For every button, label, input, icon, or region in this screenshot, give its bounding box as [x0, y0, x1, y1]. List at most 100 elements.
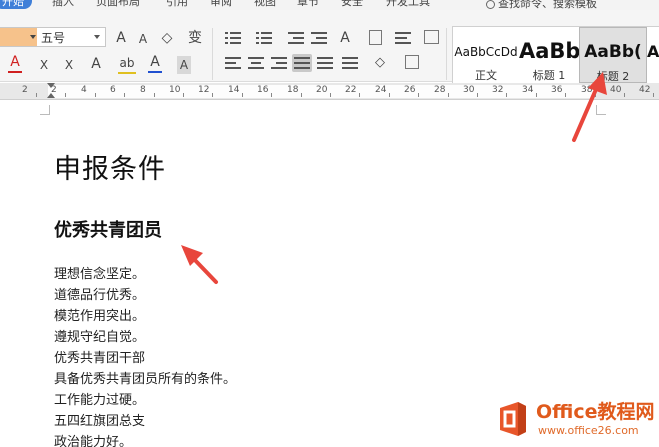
ruler-tick	[536, 93, 537, 97]
style-heading-3[interactable]: Aa	[647, 27, 659, 83]
ruler-number: 32	[492, 85, 504, 95]
font-color-button[interactable]: A	[8, 55, 22, 73]
margin-corner	[596, 105, 606, 115]
ruler-number: 2	[22, 85, 28, 95]
ruler-tick	[95, 93, 96, 97]
style-heading-1-sample: AaBb	[519, 39, 579, 63]
ruler-number: 40	[610, 85, 622, 95]
ruler-tick	[154, 93, 155, 97]
ruler-number: 4	[81, 85, 87, 95]
align-right-icon[interactable]	[271, 56, 287, 70]
search-icon	[486, 0, 495, 9]
ruler-tick	[65, 93, 66, 97]
ruler-tick	[565, 93, 566, 97]
grow-font-button[interactable]: A	[113, 29, 129, 47]
decrease-indent-icon[interactable]	[288, 31, 304, 45]
command-search[interactable]: 查找命令、搜索模板	[486, 0, 597, 10]
style-normal-caption: 正文	[475, 69, 497, 82]
char-shading-button[interactable]: A	[177, 56, 191, 74]
ruler-tick	[183, 93, 184, 97]
tab-developer[interactable]: 开发工具	[386, 0, 430, 9]
ruler-number: 12	[198, 85, 210, 95]
style-normal[interactable]: AaBbCcDd 正文	[453, 27, 519, 83]
ruler-tick	[212, 93, 213, 97]
show-marks-icon[interactable]	[369, 30, 382, 45]
body-line[interactable]: 五四红旗团总支	[54, 411, 236, 432]
body-text[interactable]: 理想信念坚定。 道德品行优秀。 模范作用突出。 遵规守纪自觉。 优秀共青团干部 …	[54, 264, 236, 447]
text-effect-button[interactable]: A	[88, 55, 104, 73]
clear-format-button[interactable]: ◇	[158, 29, 176, 47]
ruler-tick	[330, 93, 331, 97]
ribbon-toolbar: 五号 A A ◇ 变 A X X A ab A A A ◇ AaBbCcDd 正…	[0, 10, 659, 84]
tab-review[interactable]: 审阅	[210, 0, 232, 9]
chevron-down-icon	[94, 35, 100, 39]
style-heading-2[interactable]: AaBb( 标题 2	[579, 27, 647, 83]
heading-1[interactable]: 申报条件	[54, 147, 166, 186]
style-heading-1[interactable]: AaBb 标题 1	[519, 27, 579, 83]
watermark-url: www.office26.com	[538, 424, 639, 437]
style-heading-1-caption: 标题 1	[532, 69, 566, 82]
body-line[interactable]: 优秀共青团干部	[54, 348, 236, 369]
paragraph-spacing-icon[interactable]	[342, 56, 358, 70]
shrink-font-button[interactable]: A	[136, 30, 150, 48]
body-line[interactable]: 政治能力好。	[54, 432, 236, 447]
chevron-down-icon	[30, 35, 36, 39]
style-heading-2-sample: AaBb(	[584, 42, 642, 62]
body-line[interactable]: 道德品行优秀。	[54, 285, 236, 306]
tab-security[interactable]: 安全	[341, 0, 363, 9]
ruler-number: 2	[51, 85, 57, 95]
body-line[interactable]: 具备优秀共青团员所有的条件。	[54, 369, 236, 390]
justify-icon[interactable]	[292, 54, 312, 72]
ruler-number: 28	[434, 85, 446, 95]
line-spacing-icon[interactable]	[395, 31, 411, 45]
ruler-tick	[624, 93, 625, 97]
ruler-tick	[653, 93, 654, 97]
heading-2[interactable]: 优秀共青团员	[54, 216, 162, 242]
distributed-align-icon[interactable]	[317, 56, 333, 70]
table-border-icon[interactable]	[424, 30, 439, 44]
ruler-tick	[389, 93, 390, 97]
tab-view[interactable]: 视图	[254, 0, 276, 9]
body-line[interactable]: 模范作用突出。	[54, 306, 236, 327]
text-direction-button[interactable]: A	[336, 29, 354, 47]
styles-gallery: AaBbCcDd 正文 AaBb 标题 1 AaBb( 标题 2 Aa	[452, 26, 659, 84]
ruler-tick	[359, 93, 360, 97]
divider	[212, 28, 213, 80]
divider	[446, 28, 447, 80]
watermark-title: Office教程网	[536, 401, 655, 423]
increase-indent-icon[interactable]	[311, 31, 327, 45]
numbered-list-icon[interactable]	[256, 31, 272, 45]
style-heading-3-sample: Aa	[647, 42, 659, 61]
bullet-list-icon[interactable]	[225, 31, 241, 45]
ruler-number: 20	[316, 85, 328, 95]
horizontal-ruler[interactable]: 2 2 4 6 8 10 12 14 16 18 20 22 24 26 28 30 32 34 36 38 40 42	[0, 83, 659, 100]
tab-insert[interactable]: 插入	[52, 0, 74, 9]
phonetic-guide-button[interactable]: 变	[186, 29, 204, 47]
shading-fill-icon[interactable]: ◇	[372, 54, 388, 72]
tab-home[interactable]: 开始	[0, 0, 32, 9]
tab-sections[interactable]: 章节	[297, 0, 319, 9]
body-line[interactable]: 遵规守纪自觉。	[54, 327, 236, 348]
highlight-button[interactable]: ab	[118, 56, 136, 74]
ruler-number: 18	[287, 85, 299, 95]
align-center-icon[interactable]	[248, 56, 264, 70]
ruler-tick	[271, 93, 272, 97]
font-size-select[interactable]: 五号	[0, 27, 106, 47]
body-line[interactable]: 理想信念坚定。	[54, 264, 236, 285]
superscript-button[interactable]: X	[37, 56, 51, 74]
font-size-value: 五号	[41, 31, 66, 45]
ruler-tick	[506, 93, 507, 97]
style-heading-2-caption: 标题 2	[596, 70, 630, 83]
tab-references[interactable]: 引用	[166, 0, 188, 9]
menu-bar: 开始 插入 页面布局 引用 审阅 视图 章节 安全 开发工具 查找命令、搜索模板	[0, 0, 659, 10]
ruler-number: 26	[404, 85, 416, 95]
ruler-tick	[242, 93, 243, 97]
tab-page-layout[interactable]: 页面布局	[96, 0, 140, 9]
align-left-icon[interactable]	[225, 56, 241, 70]
office-logo-icon	[500, 402, 526, 436]
borders-icon[interactable]	[405, 55, 419, 69]
ruler-number: 30	[463, 85, 475, 95]
font-color-blue-button[interactable]: A	[148, 55, 162, 73]
body-line[interactable]: 工作能力过硬。	[54, 390, 236, 411]
subscript-button[interactable]: X	[62, 56, 76, 74]
